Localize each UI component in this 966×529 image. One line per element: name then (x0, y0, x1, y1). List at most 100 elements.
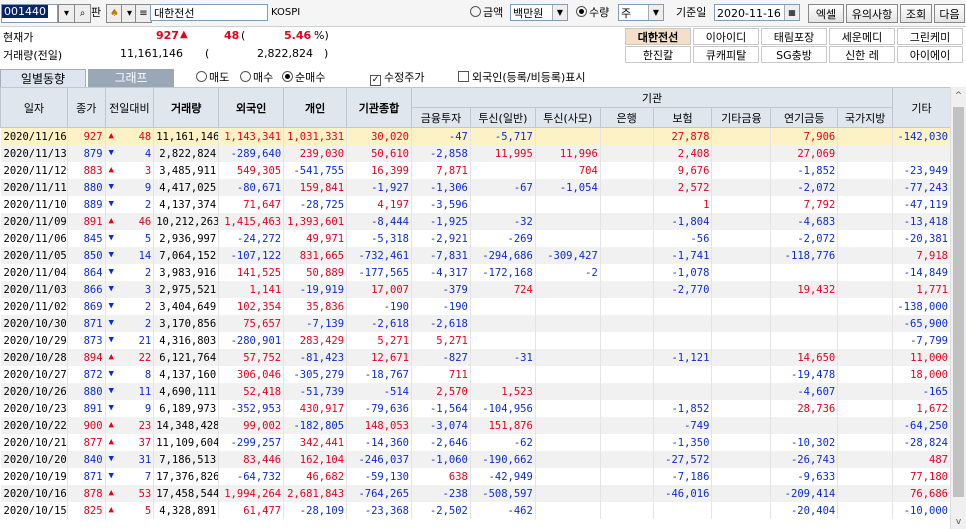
related-stock-button[interactable]: 이아이디 (693, 28, 759, 45)
table-row[interactable]: 2020/11/02 869 ▼ 2 3,404,649 102,354 35,836 -19… (0, 298, 951, 315)
table-row[interactable]: 2020/10/20 840 ▼ 31 7,186,513 83,446 162,104 -2… (0, 451, 951, 468)
table-cell: 2020/11/02 (0, 298, 68, 315)
table-row[interactable]: 2020/11/11 880 ▼ 9 4,417,025 -80,671 159,841 -1… (0, 179, 951, 196)
col-header[interactable]: 국가지방 (837, 107, 894, 128)
table-row[interactable]: 2020/11/13 879 ▼ 4 2,822,824 -289,640 239,030 5… (0, 145, 951, 162)
table-row[interactable]: 2020/11/10 889 ▼ 2 4,137,374 71,647 -28,725 4,1… (0, 196, 951, 213)
table-cell (711, 485, 772, 502)
radio-icon (576, 6, 587, 17)
table-row[interactable]: 2020/11/06 845 ▼ 5 2,936,997 -24,272 49,971 -5,… (0, 230, 951, 247)
buy-radio[interactable]: 매수 (240, 69, 273, 86)
table-cell: -23,949 (892, 162, 951, 179)
next-button[interactable]: 다음 (934, 4, 965, 23)
stock-name-field[interactable]: 대한전선 (150, 4, 268, 21)
col-header[interactable]: 일자 (0, 87, 68, 128)
col-header[interactable]: 투신(사모) (534, 107, 601, 128)
table-cell: 7,906 (770, 127, 839, 145)
amount-radio[interactable]: 금액 (470, 4, 503, 21)
stock-code-input[interactable]: 001440 (1, 4, 58, 23)
table-cell: ▼ 9 (105, 179, 155, 196)
search-icon[interactable]: ⌕ (74, 4, 91, 23)
table-row[interactable]: 2020/10/16 878 ▲ 53 17,458,544 1,994,264 2,681… (0, 485, 951, 502)
table-row[interactable]: 2020/10/27 872 ▼ 8 4,137,160 306,046 -305,279-… (0, 366, 951, 383)
col-header[interactable]: 금융투자 (411, 107, 471, 128)
foreign-display-checkbox[interactable]: 외국인(등록/비등록)표시 (458, 69, 586, 86)
table-row[interactable]: 2020/11/16 927 ▲ 48 11,161,146 1,143,341 1,031… (0, 127, 951, 145)
net-buy-radio[interactable]: 순매수 (282, 69, 325, 86)
dropdown-icon[interactable]: ▾ (58, 4, 75, 23)
table-row[interactable]: 2020/10/22 900 ▲ 23 14,348,428 99,002 -182,805… (0, 417, 951, 434)
related-stock-button[interactable]: 신한 레 (829, 46, 895, 63)
related-stock-button[interactable]: 그린케미 (897, 28, 963, 45)
notice-button[interactable]: 유의사항 (846, 4, 898, 23)
col-header[interactable]: 기관종합 (346, 87, 413, 128)
qty-radio[interactable]: 수량 (576, 4, 609, 21)
table-row[interactable]: 2020/11/09 891 ▲ 46 10,212,263 1,415,463 1,393… (0, 213, 951, 230)
table-row[interactable]: 2020/10/21 877 ▲ 37 11,109,604 -299,257 342,44… (0, 434, 951, 451)
table-cell: 3,170,856 (153, 315, 220, 332)
excel-button[interactable]: 엑셀 (808, 4, 844, 23)
table-row[interactable]: 2020/11/05 850 ▼ 14 7,064,152 -107,122 831,665… (0, 247, 951, 264)
table-row[interactable]: 2020/10/26 880 ▼ 11 4,690,111 52,418 -51,739 -5… (0, 383, 951, 400)
data-grid[interactable]: 일자 종가 전일대비 거래량 외국인 개인 기관종합 기관 기타 금융투자 투신… (0, 87, 951, 529)
col-header[interactable]: 외국인 (218, 87, 285, 128)
col-header[interactable]: 투신(일반) (469, 107, 536, 128)
related-stock-button[interactable]: 대한전선 (625, 28, 691, 45)
col-header[interactable]: 기타 (892, 87, 951, 128)
tab-graph[interactable]: 그래프 (88, 69, 174, 87)
price-info: 현재가 927 ▲ 48 ( 5.46 %) 거래량(전일) 11,161,14… (0, 27, 335, 63)
table-cell (837, 485, 894, 502)
table-cell: -1,054 (535, 179, 601, 196)
related-stock-button[interactable]: 태림포장 (761, 28, 827, 45)
table-cell (837, 298, 894, 315)
col-header[interactable]: 전일대비 (104, 87, 155, 128)
tab-daily[interactable]: 일별동향 (0, 69, 86, 87)
table-row[interactable]: 2020/11/03 866 ▼ 3 2,975,521 1,141 -19,919 17,0… (0, 281, 951, 298)
adjusted-price-checkbox[interactable]: ✓ 수정주가 (370, 69, 424, 86)
unit-select[interactable]: 백만원 ▼ (510, 4, 568, 21)
table-row[interactable]: 2020/10/19 871 ▼ 7 17,376,826 -64,732 46,682 -5… (0, 468, 951, 485)
change-value: 2 (144, 317, 152, 330)
col-header[interactable]: 기타금융 (711, 107, 772, 128)
col-header[interactable]: 보험 (652, 107, 713, 128)
related-stock-button[interactable]: 세운메디 (829, 28, 895, 45)
scroll-down-icon[interactable]: v (951, 517, 966, 527)
table-cell (535, 349, 601, 366)
col-header[interactable]: 은행 (599, 107, 654, 128)
table-cell (653, 332, 713, 349)
table-cell: 4,328,891 (153, 502, 220, 519)
col-header[interactable]: 연기금등 (770, 107, 839, 128)
table-cell (600, 366, 654, 383)
qty-unit-select[interactable]: 주 ▼ (618, 4, 664, 21)
vertical-scrollbar[interactable]: ^ v (950, 87, 966, 529)
table-row[interactable]: 2020/11/12 883 ▲ 3 3,485,911 549,305 -541,755 1… (0, 162, 951, 179)
table-cell: 77,180 (892, 468, 951, 485)
col-header[interactable]: 개인 (283, 87, 348, 128)
calendar-icon[interactable]: ▦ (784, 5, 799, 20)
table-cell: 2020/11/12 (0, 162, 68, 179)
table-cell: 27,069 (770, 145, 839, 162)
table-row[interactable]: 2020/11/04 864 ▼ 2 3,983,916 141,525 50,889 -17… (0, 264, 951, 281)
table-cell: ▼ 2 (105, 196, 155, 213)
scrollbar-thumb[interactable] (953, 107, 964, 497)
table-row[interactable]: 2020/10/23 891 ▼ 9 6,189,973 -352,953 430,917-… (0, 400, 951, 417)
table-row[interactable]: 2020/10/29 873 ▼ 21 4,316,803 -280,901 283,429… (0, 332, 951, 349)
col-header[interactable]: 거래량 (153, 87, 220, 128)
table-row[interactable]: 2020/10/28 894 ▲ 22 6,121,764 57,752 -81,423 12… (0, 349, 951, 366)
table-cell (470, 162, 536, 179)
col-header[interactable]: 종가 (66, 87, 106, 128)
query-button[interactable]: 조회 (900, 4, 932, 23)
table-row[interactable]: 2020/10/15 825 ▲ 5 4,328,891 61,477 -28,109 -23… (0, 502, 951, 519)
table-row[interactable]: 2020/10/30 871 ▼ 2 3,170,856 75,657 -7,139 -2,6… (0, 315, 951, 332)
related-stock-button[interactable]: SG충방 (761, 46, 827, 63)
table-cell (535, 417, 601, 434)
sell-radio[interactable]: 매도 (196, 69, 229, 86)
related-stock-button[interactable]: 큐캐피탈 (693, 46, 759, 63)
table-cell: 5,271 (411, 332, 471, 349)
table-cell: 871 (67, 468, 106, 485)
related-stock-button[interactable]: 아이에이 (897, 46, 963, 63)
scroll-up-icon[interactable]: ^ (951, 91, 966, 101)
base-date-input[interactable]: 2020-11-16 ▦ (714, 4, 800, 21)
related-stock-button[interactable]: 한진칼 (625, 46, 691, 63)
change-value: 8 (144, 368, 152, 381)
